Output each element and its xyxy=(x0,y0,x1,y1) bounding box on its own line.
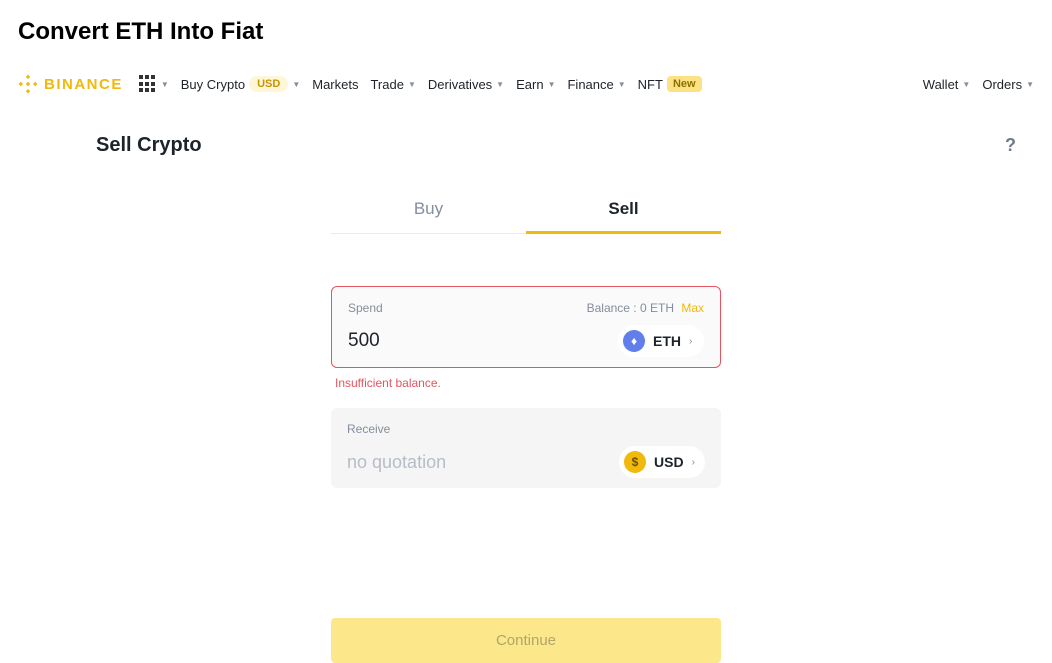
spend-card: Spend Balance : 0 ETH Max ♦ ETH › xyxy=(331,286,721,368)
nav-label: NFT xyxy=(638,77,663,92)
balance-text: Balance : 0 ETH xyxy=(587,301,674,315)
chevron-down-icon: ▼ xyxy=(161,80,169,89)
nav-label: Derivatives xyxy=(428,77,492,92)
apps-grid-icon xyxy=(139,75,157,93)
spend-coin-label: ETH xyxy=(653,333,681,349)
brand-logo-group[interactable]: BINANCE xyxy=(18,74,123,94)
nav-trade[interactable]: Trade ▼ xyxy=(370,77,415,92)
nav-buy-crypto[interactable]: Buy Crypto USD ▼ xyxy=(181,76,300,92)
chevron-right-icon: › xyxy=(692,457,695,468)
tab-sell[interactable]: Sell xyxy=(526,185,721,233)
top-nav: BINANCE ▼ Buy Crypto USD ▼ Markets Trade… xyxy=(0,64,1052,104)
chevron-down-icon: ▼ xyxy=(292,80,300,89)
nav-wallet[interactable]: Wallet ▼ xyxy=(923,77,971,92)
chevron-right-icon: › xyxy=(689,336,692,347)
continue-button[interactable]: Continue xyxy=(331,618,721,663)
spend-label: Spend xyxy=(348,301,383,315)
section-title: Sell Crypto xyxy=(96,134,202,157)
chevron-down-icon: ▼ xyxy=(548,80,556,89)
nav-label: Trade xyxy=(370,77,403,92)
new-badge: New xyxy=(667,76,702,92)
nav-label: Orders xyxy=(982,77,1022,92)
tab-underline xyxy=(526,231,721,234)
nav-orders[interactable]: Orders ▼ xyxy=(982,77,1034,92)
nav-label: Earn xyxy=(516,77,543,92)
receive-coin-label: USD xyxy=(654,454,684,470)
section-header: Sell Crypto ? xyxy=(0,104,1052,165)
chevron-down-icon: ▼ xyxy=(408,80,416,89)
chevron-down-icon: ▼ xyxy=(496,80,504,89)
max-button[interactable]: Max xyxy=(681,301,704,315)
nav-markets[interactable]: Markets xyxy=(312,77,358,92)
brand-text: BINANCE xyxy=(44,76,123,93)
spend-coin-selector[interactable]: ♦ ETH › xyxy=(618,325,704,357)
nav-label: Markets xyxy=(312,77,358,92)
usd-badge: USD xyxy=(249,76,288,92)
page-heading: Convert ETH Into Fiat xyxy=(0,0,1052,64)
receive-card: Receive no quotation $ USD › xyxy=(331,408,721,488)
spend-amount-input[interactable] xyxy=(348,330,508,352)
spend-error-text: Insufficient balance. xyxy=(331,376,721,390)
help-icon[interactable]: ? xyxy=(1005,135,1016,156)
chevron-down-icon: ▼ xyxy=(618,80,626,89)
nav-derivatives[interactable]: Derivatives ▼ xyxy=(428,77,504,92)
binance-logo-icon xyxy=(18,74,38,94)
nav-label: Buy Crypto xyxy=(181,77,245,92)
balance-group: Balance : 0 ETH Max xyxy=(587,301,704,315)
receive-coin-selector[interactable]: $ USD › xyxy=(619,446,705,478)
tab-buy[interactable]: Buy xyxy=(331,185,526,233)
chevron-down-icon: ▼ xyxy=(962,80,970,89)
eth-icon: ♦ xyxy=(623,330,645,352)
chevron-down-icon: ▼ xyxy=(1026,80,1034,89)
buy-sell-tabs: Buy Sell xyxy=(331,185,721,234)
nav-label: Finance xyxy=(567,77,613,92)
nav-earn[interactable]: Earn ▼ xyxy=(516,77,555,92)
nav-nft[interactable]: NFT New xyxy=(638,76,702,92)
receive-placeholder: no quotation xyxy=(347,452,446,473)
apps-menu[interactable]: ▼ xyxy=(139,75,169,93)
nav-finance[interactable]: Finance ▼ xyxy=(567,77,625,92)
usd-icon: $ xyxy=(624,451,646,473)
nav-label: Wallet xyxy=(923,77,959,92)
receive-label: Receive xyxy=(347,422,390,436)
